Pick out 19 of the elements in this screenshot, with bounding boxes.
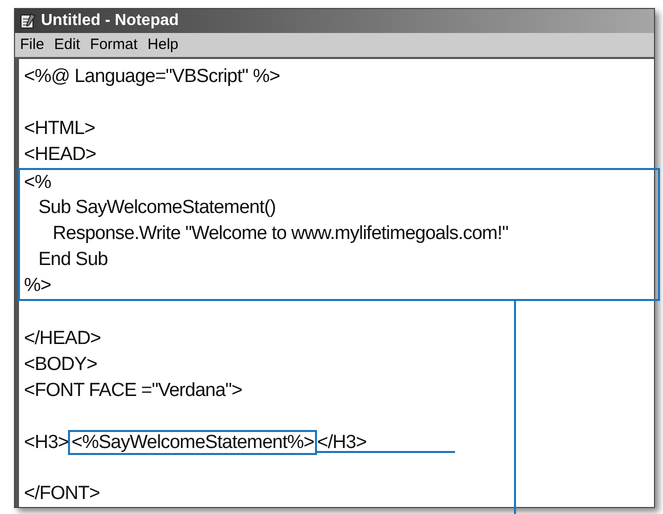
menu-item[interactable]: Help bbox=[148, 34, 178, 56]
code-line: <BODY> bbox=[24, 353, 98, 378]
menu-item[interactable]: Format bbox=[90, 34, 138, 56]
code-text: <H3> bbox=[24, 430, 68, 455]
code-line: </HEAD> bbox=[24, 327, 101, 352]
code-line: End Sub bbox=[37, 248, 108, 272]
code-line: Sub SayWelcomeStatement() bbox=[37, 196, 276, 220]
menu-item[interactable]: Edit bbox=[54, 34, 80, 56]
code-line: <FONT FACE ="Verdana"> bbox=[24, 379, 242, 404]
window-title: Untitled - Notepad bbox=[41, 11, 179, 31]
code-line: <HTML> bbox=[24, 117, 95, 142]
code-line: Response.Write "Welcome to www.mylifetimegoals.com!" bbox=[52, 222, 508, 246]
code-line: <HEAD> bbox=[24, 142, 96, 167]
code-text: </H3> bbox=[317, 430, 366, 455]
code-line: %> bbox=[24, 274, 51, 298]
menu-item[interactable]: File bbox=[20, 34, 44, 56]
code-line: <%@ Language="VBScript" %> bbox=[24, 65, 280, 90]
code-line: </FONT> bbox=[24, 482, 100, 506]
code-line: <% bbox=[24, 170, 51, 195]
